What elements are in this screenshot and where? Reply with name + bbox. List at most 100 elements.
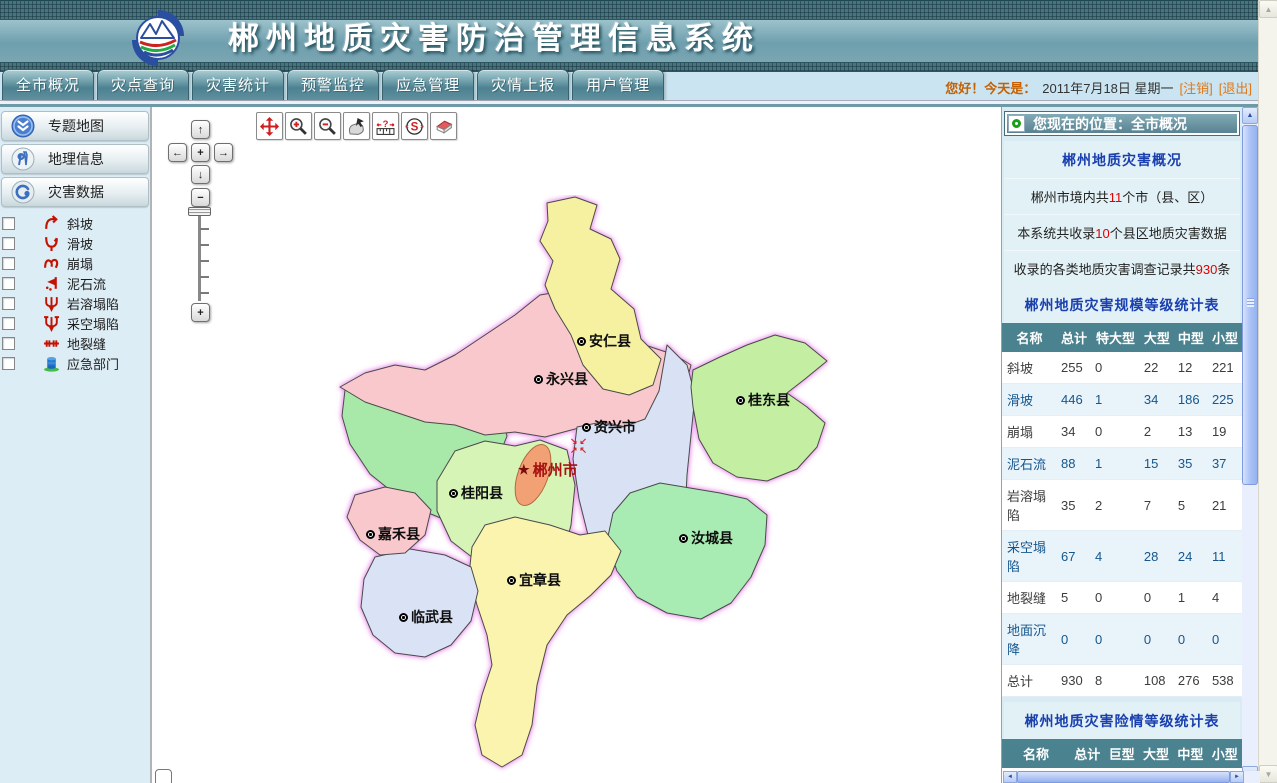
nav-tab-7[interactable]: 用户管理 [572, 69, 664, 100]
layer-label: 采空塌陷 [67, 314, 119, 333]
cell-value: 15 [1140, 448, 1174, 480]
scrollbar-thumb[interactable] [1242, 125, 1258, 485]
collapse-checkbox[interactable] [2, 257, 15, 270]
zoom-slider-handle[interactable] [188, 207, 211, 216]
scale-statistics-table: 名称总计特大型大型中型小型斜坡25502212221滑坡446134186225… [1002, 323, 1242, 697]
main-column: 郴州地质灾害防治管理信息系统 全市概况灾点查询灾害统计预警监控应急管理灾情上报用… [0, 0, 1258, 783]
row-name: 泥石流 [1002, 448, 1057, 480]
app-logo-icon [128, 8, 188, 68]
browser-scroll-up-button[interactable]: ▲ [1259, 0, 1277, 18]
table-row: 地裂缝50014 [1002, 582, 1242, 614]
h-scrollbar-thumb[interactable] [1017, 771, 1230, 783]
landslide-symbol-icon [43, 235, 60, 252]
sidebar-item-geo-info[interactable]: 地理信息 [1, 144, 149, 174]
scroll-left-button[interactable]: ◄ [1003, 771, 1017, 783]
page: 郴州地质灾害防治管理信息系统 全市概况灾点查询灾害统计预警监控应急管理灾情上报用… [0, 0, 1277, 783]
svg-text:S: S [411, 120, 419, 133]
logout-link[interactable]: [注销] [1180, 78, 1213, 97]
collapse-symbol-icon [43, 255, 60, 272]
browser-scrollbar[interactable]: ▲ ▼ [1258, 0, 1277, 783]
converge-marker-icon: ↘ ↙↗ ↖ [570, 437, 588, 455]
sidebar-item-disaster-data[interactable]: 灾害数据 [1, 177, 149, 207]
pan-left-button[interactable]: ← [168, 143, 187, 162]
ground-fissure-checkbox[interactable] [2, 337, 15, 350]
circle-marker-icon [507, 576, 516, 585]
column-header: 大型 [1140, 323, 1174, 352]
slope-symbol-icon [43, 215, 60, 232]
cell-value: 35 [1057, 480, 1091, 531]
table-row: 地面沉降00000 [1002, 614, 1242, 665]
column-header: 中型 [1174, 323, 1208, 352]
pan-up-button[interactable]: ↑ [191, 120, 210, 139]
scroll-up-button[interactable]: ▲ [1242, 107, 1258, 124]
panel-h-scrollbar[interactable]: ◄ ► [1003, 771, 1244, 783]
zoom-in-step-button[interactable]: + [191, 303, 210, 322]
pan-icon [260, 117, 279, 136]
pan-down-button[interactable]: ↓ [191, 165, 210, 184]
row-name: 崩塌 [1002, 416, 1057, 448]
scale-tool-button[interactable]: S [401, 112, 428, 140]
nav-tab-3[interactable]: 灾害统计 [192, 69, 284, 100]
map-label: 桂阳县 [449, 483, 503, 503]
cell-value: 35 [1174, 448, 1208, 480]
nav-tab-1[interactable]: 全市概况 [2, 69, 94, 100]
ground-fissure-symbol-icon [43, 335, 60, 352]
cell-value: 0 [1140, 614, 1174, 665]
double-chevron-circle-icon [11, 114, 35, 138]
sidebar-item-thematic-maps[interactable]: 专题地图 [1, 111, 149, 141]
slope-checkbox[interactable] [2, 217, 15, 230]
scroll-right-button[interactable]: ► [1230, 771, 1244, 783]
nav-tab-2[interactable]: 灾点查询 [97, 69, 189, 100]
pan-right-button[interactable]: → [214, 143, 233, 162]
cell-value: 8 [1091, 665, 1140, 697]
region-rucheng[interactable] [607, 483, 767, 619]
panel-scrollbar[interactable]: ▲ ▼ [1242, 107, 1258, 783]
circle-marker-icon [577, 337, 586, 346]
pan-tool-button[interactable] [256, 112, 283, 140]
circle-marker-icon [534, 375, 543, 384]
landslide-checkbox[interactable] [2, 237, 15, 250]
row-name: 地面沉降 [1002, 614, 1057, 665]
region-yizhang[interactable] [469, 517, 621, 767]
layer-row-slope: 斜坡 [0, 213, 150, 233]
map-area[interactable]: ? S ↑ ← + → ↓ − + [152, 107, 1001, 783]
mining-collapse-checkbox[interactable] [2, 317, 15, 330]
chenzhou-map[interactable] [335, 195, 835, 775]
cell-value: 1 [1174, 582, 1208, 614]
debris-flow-symbol-icon [43, 275, 60, 292]
cell-value: 24 [1174, 531, 1208, 582]
measure-tool-button[interactable]: ? [372, 112, 399, 140]
cell-value: 2 [1140, 416, 1174, 448]
nav-tab-4[interactable]: 预警监控 [287, 69, 379, 100]
layer-row-mining-collapse: 采空塌陷 [0, 313, 150, 333]
clear-tool-button[interactable] [430, 112, 457, 140]
layer-label: 岩溶塌陷 [67, 294, 119, 313]
exit-link[interactable]: [退出] [1219, 78, 1252, 97]
cell-value: 0 [1091, 614, 1140, 665]
browser-scroll-down-button[interactable]: ▼ [1259, 765, 1277, 783]
nav-tab-6[interactable]: 灾情上报 [477, 69, 569, 100]
cell-value: 0 [1140, 582, 1174, 614]
county-count: 11 [1109, 190, 1123, 205]
zoom-out-tool-button[interactable] [314, 112, 341, 140]
debris-flow-checkbox[interactable] [2, 277, 15, 290]
table-header-row: 名称总计特大型大型中型小型 [1002, 323, 1242, 352]
risk-title-section: 郴州地质灾害险情等级统计表 [1004, 702, 1240, 739]
zoom-in-tool-button[interactable] [285, 112, 312, 140]
row-name: 滑坡 [1002, 384, 1057, 416]
karst-collapse-checkbox[interactable] [2, 297, 15, 310]
map-label-text: 永兴县 [546, 369, 588, 389]
cell-value: 0 [1057, 614, 1091, 665]
cell-value: 446 [1057, 384, 1091, 416]
region-linwu[interactable] [361, 549, 478, 657]
center-map-button[interactable]: + [191, 143, 210, 162]
cell-value: 1 [1091, 384, 1140, 416]
map-corner-button[interactable] [155, 769, 172, 783]
column-header: 名称 [1002, 323, 1057, 352]
zoom-out-step-button[interactable]: − [191, 188, 210, 207]
nav-tab-5[interactable]: 应急管理 [382, 69, 474, 100]
emergency-dept-checkbox[interactable] [2, 357, 15, 370]
zoom-slider-track[interactable] [198, 216, 201, 301]
identify-tool-button[interactable] [343, 112, 370, 140]
region-jiahe[interactable] [347, 487, 431, 555]
